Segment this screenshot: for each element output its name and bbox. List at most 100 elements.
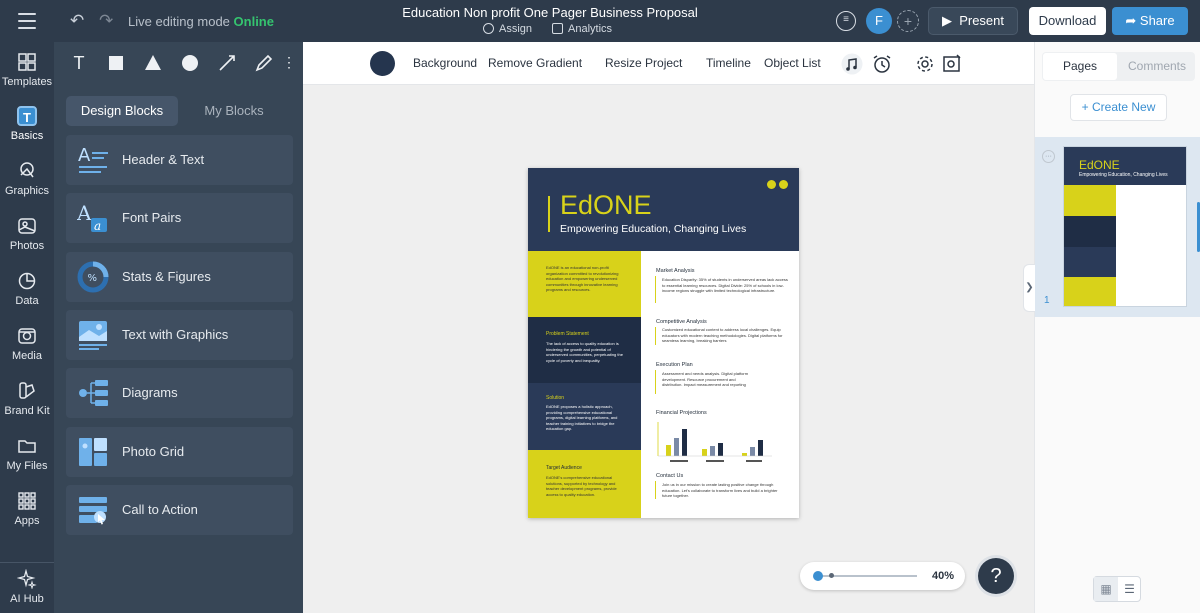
background-button[interactable]: Background — [413, 56, 477, 70]
nav-label: Brand Kit — [4, 405, 50, 417]
target-block[interactable]: Target Audience EdONE's comprehensive ed… — [528, 450, 641, 518]
help-button[interactable]: ? — [978, 558, 1014, 594]
list-view-icon[interactable]: ☰ — [1118, 577, 1141, 601]
nav-my-files[interactable]: My Files — [0, 436, 54, 472]
financial-bar-chart[interactable] — [656, 420, 774, 465]
search-image-icon[interactable] — [941, 53, 963, 75]
intro-text[interactable]: EdONE is an educational non-profit organ… — [546, 265, 628, 293]
zoom-level[interactable]: 40% — [932, 570, 954, 582]
thumbnail-hero: EdONE Empowering Education, Changing Liv… — [1064, 147, 1186, 185]
expand-panel-chevron-icon[interactable]: ❯ — [1023, 264, 1035, 312]
nav-brand-kit[interactable]: Brand Kit — [0, 381, 54, 417]
grid-view-icon[interactable]: ▦ — [1094, 577, 1118, 601]
nav-media[interactable]: Media — [0, 326, 54, 362]
hero-banner[interactable]: EdONE Empowering Education, Changing Liv… — [528, 168, 799, 251]
execution-heading[interactable]: Execution Plan — [656, 362, 693, 368]
present-button[interactable]: ▶ Present — [928, 7, 1018, 35]
facebook-icon — [767, 180, 776, 189]
remove-gradient-button[interactable]: Remove Gradient — [488, 56, 582, 70]
competitive-accent-line — [655, 327, 656, 345]
document-title[interactable]: Education Non profit One Pager Business … — [350, 5, 750, 20]
intro-block[interactable]: EdONE is an educational non-profit organ… — [528, 251, 641, 317]
tab-my-blocks[interactable]: My Blocks — [178, 96, 290, 126]
redo-icon[interactable]: ↷ — [99, 11, 113, 31]
block-text-with-graphics[interactable]: Text with Graphics — [66, 310, 293, 360]
problem-text[interactable]: The lack of access to quality education … — [546, 341, 628, 363]
analytics-button[interactable]: Analytics — [552, 23, 612, 35]
more-tools-icon[interactable]: ⋮ — [282, 48, 296, 78]
competitive-text[interactable]: Customized educational content to addres… — [662, 327, 788, 344]
solution-block[interactable]: Solution EdONE proposes a holistic appro… — [528, 383, 641, 450]
block-font-pairs[interactable]: Aa Font Pairs — [66, 193, 293, 243]
execution-text[interactable]: Assessment and needs analysis. Digital p… — [662, 371, 752, 388]
block-header-text[interactable]: A Header & Text — [66, 135, 293, 185]
nav-data[interactable]: Data — [0, 271, 54, 307]
assign-label: Assign — [499, 23, 533, 35]
block-stats-figures[interactable]: % Stats & Figures — [66, 252, 293, 302]
music-icon[interactable] — [841, 53, 863, 75]
nav-graphics[interactable]: Graphics — [0, 161, 54, 197]
nav-apps[interactable]: Apps — [0, 491, 54, 527]
tab-pages[interactable]: Pages — [1043, 53, 1117, 80]
line-tool-icon[interactable] — [212, 48, 242, 78]
editor-canvas[interactable]: EdONE Empowering Education, Changing Liv… — [303, 85, 1034, 613]
download-button[interactable]: Download — [1029, 7, 1106, 35]
solution-heading[interactable]: Solution — [546, 395, 564, 401]
block-photo-grid[interactable]: Photo Grid — [66, 427, 293, 477]
page-options-icon[interactable]: ··· — [1042, 150, 1055, 163]
competitive-heading[interactable]: Competitive Analysis — [656, 319, 707, 325]
page-thumbnail[interactable]: EdONE Empowering Education, Changing Liv… — [1063, 146, 1187, 307]
nav-basics[interactable]: T Basics — [0, 106, 54, 142]
contact-text[interactable]: Join us in our mission to create lasting… — [662, 482, 788, 499]
block-diagrams[interactable]: Diagrams — [66, 368, 293, 418]
nav-ai-hub[interactable]: AI Hub — [0, 569, 54, 605]
comment-icon[interactable]: ≡ — [836, 11, 856, 31]
document-page[interactable]: EdONE Empowering Education, Changing Liv… — [528, 168, 799, 518]
timeline-button[interactable]: Timeline — [706, 56, 751, 70]
hamburger-menu-icon[interactable] — [18, 13, 36, 29]
problem-block[interactable]: Problem Statement The lack of access to … — [528, 317, 641, 383]
chart-category-label — [746, 460, 762, 462]
share-button[interactable]: ➦ Share — [1112, 7, 1188, 35]
nav-templates[interactable]: Templates — [0, 52, 54, 88]
tab-design-blocks[interactable]: Design Blocks — [66, 96, 178, 126]
target-heading[interactable]: Target Audience — [546, 465, 582, 471]
hero-subtitle[interactable]: Empowering Education, Changing Lives — [560, 223, 746, 235]
tab-comments[interactable]: Comments — [1120, 53, 1194, 80]
chart-bar — [710, 446, 715, 456]
background-color-swatch[interactable] — [370, 51, 395, 76]
contact-heading[interactable]: Contact Us — [656, 473, 683, 479]
thumbnail-block — [1064, 247, 1116, 277]
text-tool-icon[interactable]: T — [64, 48, 94, 78]
problem-heading[interactable]: Problem Statement — [546, 331, 589, 337]
settings-gear-icon[interactable] — [914, 53, 936, 75]
undo-icon[interactable]: ↶ — [70, 11, 84, 31]
block-label: Stats & Figures — [122, 269, 211, 284]
market-heading[interactable]: Market Analysis — [656, 268, 695, 274]
data-icon — [18, 272, 36, 290]
object-list-button[interactable]: Object List — [764, 56, 821, 70]
create-new-page-button[interactable]: + Create New — [1070, 94, 1167, 121]
block-call-to-action[interactable]: Call to Action — [66, 485, 293, 535]
alarm-clock-icon[interactable] — [871, 53, 893, 75]
resize-project-button[interactable]: Resize Project — [605, 56, 682, 70]
financial-heading[interactable]: Financial Projections — [656, 410, 707, 416]
avatar[interactable]: F — [866, 8, 892, 34]
solution-text[interactable]: EdONE proposes a holistic approach, prov… — [546, 404, 628, 432]
target-text[interactable]: EdONE's comprehensive educational soluti… — [546, 475, 628, 497]
market-text[interactable]: Education Disparity: 35% of students in … — [662, 277, 788, 294]
nav-label: Media — [12, 350, 42, 362]
zoom-slider-handle[interactable] — [813, 571, 823, 581]
rectangle-tool-icon[interactable] — [101, 48, 131, 78]
triangle-tool-icon[interactable] — [138, 48, 168, 78]
photo-grid-icon — [79, 438, 107, 466]
page-thumbnail-row[interactable]: ··· EdONE Empowering Education, Changing… — [1035, 137, 1200, 317]
assign-button[interactable]: Assign — [483, 23, 532, 35]
stats-figures-icon: % — [77, 261, 109, 293]
design-blocks-panel: T ⋮ Design Blocks My Blocks A Header & T… — [54, 42, 303, 613]
pen-tool-icon[interactable] — [249, 48, 279, 78]
add-collaborator-icon[interactable]: + — [897, 10, 919, 32]
circle-tool-icon[interactable] — [175, 48, 205, 78]
nav-photos[interactable]: Photos — [0, 216, 54, 252]
hero-title[interactable]: EdONE — [560, 190, 652, 221]
